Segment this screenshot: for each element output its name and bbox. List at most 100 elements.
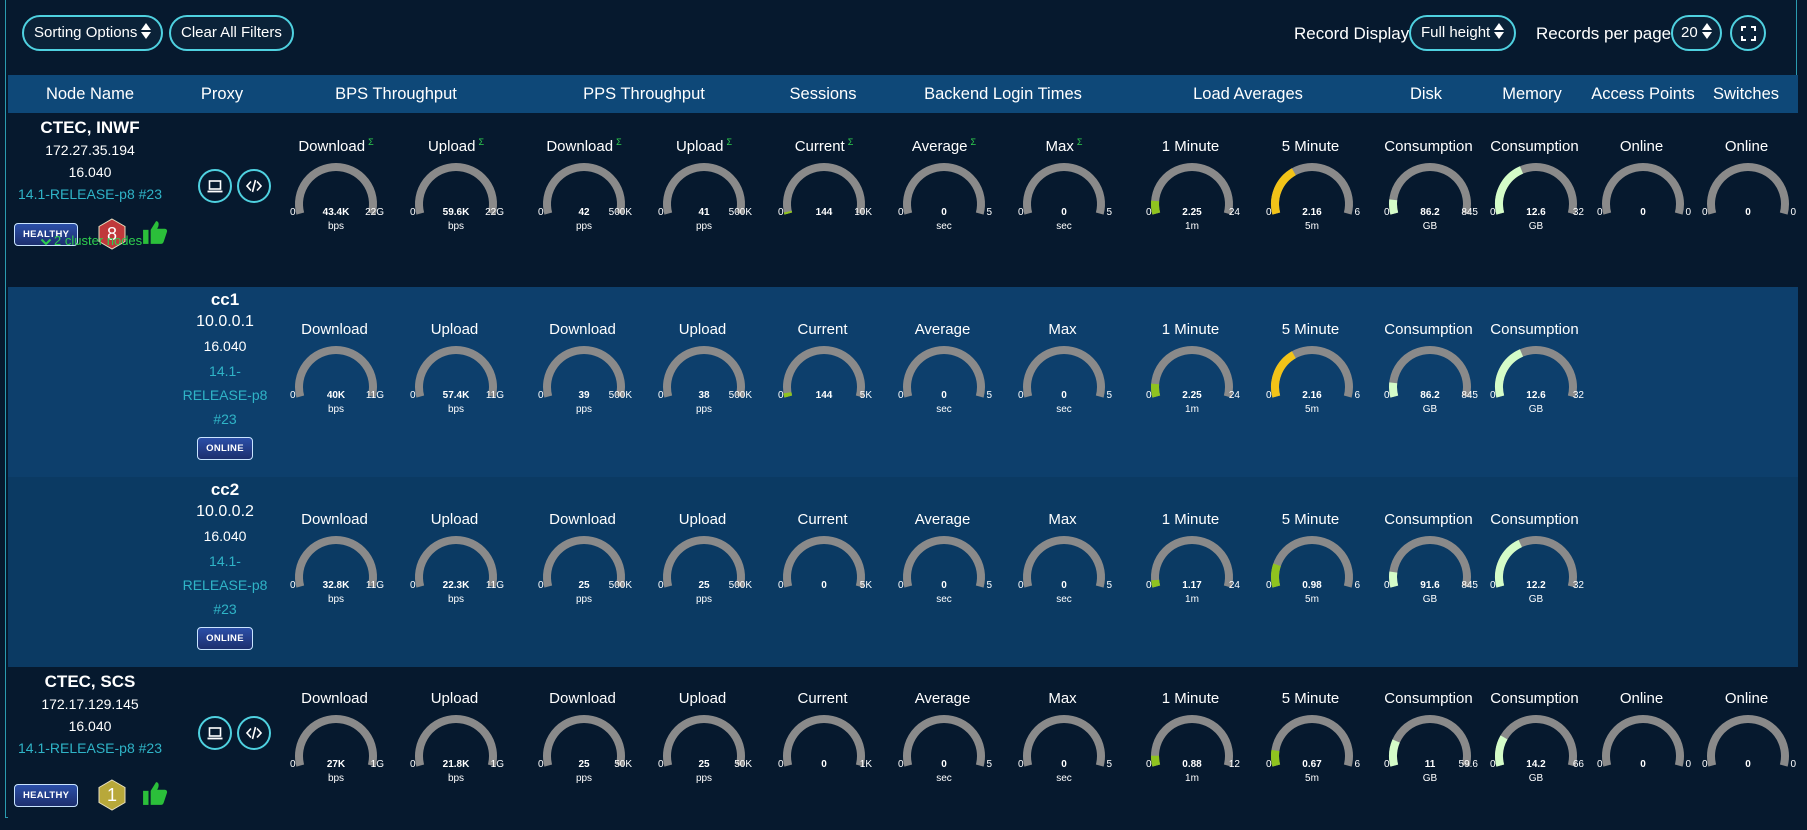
node-version: 16.040	[68, 164, 112, 180]
sum-icon[interactable]: Σ	[368, 137, 374, 147]
gauge-consumption: Consumption 0 14.2 66 GB	[1486, 689, 1586, 799]
record-display-updown-icon	[1494, 21, 1505, 41]
gauge-consumption: Consumption 0 86.2 845 GB	[1380, 320, 1480, 430]
records-per-page-select[interactable]: 20	[1671, 15, 1722, 51]
node-name[interactable]: cc2	[178, 479, 272, 501]
gauge-unit: sec	[1056, 773, 1072, 784]
gauge-5-minute: 5 Minute 0 0.98 6 5m	[1262, 510, 1362, 620]
gauge-upload: Upload 0 57.4K 11G bps	[406, 320, 506, 430]
gauge-unit: bps	[447, 221, 465, 232]
gauge-1-minute: 1 Minute 0 2.25 24 1m	[1142, 137, 1242, 247]
sum-icon[interactable]: Σ	[848, 137, 854, 147]
gauge-value: 0.98	[1302, 580, 1322, 591]
gauge-max: 32	[1572, 580, 1584, 591]
proxy-web-button[interactable]	[198, 716, 232, 750]
gauge-max: 845	[1461, 207, 1478, 218]
node-ip: 10.0.0.2	[196, 503, 254, 520]
header-switches[interactable]: Switches	[1636, 75, 1807, 113]
gauge-online: Online 0 0 0	[1593, 137, 1693, 247]
gauge-value: 2.16	[1302, 207, 1322, 218]
thumbs-up-icon[interactable]	[142, 780, 168, 811]
cluster-nodes-toggle[interactable]: 2 cluster nodes	[40, 233, 142, 248]
gauge-unit: 1m	[1185, 404, 1199, 415]
proxy-ssh-button[interactable]	[237, 716, 271, 750]
proxy-web-button[interactable]	[198, 169, 232, 203]
gauge-title: Upload Σ	[427, 137, 485, 155]
gauge-title: Average	[914, 511, 971, 528]
sum-icon[interactable]: Σ	[478, 137, 484, 147]
gauge-max: Max 0 0 5 sec	[1014, 320, 1114, 430]
gauge-value: 0	[1061, 390, 1067, 401]
gauge-unit: pps	[695, 594, 713, 605]
gauge-title: Consumption	[1490, 321, 1579, 338]
fullscreen-button[interactable]	[1730, 15, 1766, 51]
gauge-max: 6	[1354, 207, 1360, 218]
gauge-value: 2.25	[1182, 390, 1202, 401]
thumbs-up-icon[interactable]	[142, 219, 168, 250]
node-name[interactable]: cc1	[178, 289, 272, 311]
gauge-max: 50K	[614, 759, 632, 770]
gauge-average: Average 0 0 5 sec	[894, 510, 994, 620]
gauge-title: Online	[1619, 690, 1664, 707]
gauge-online: Online 0 0 0	[1698, 689, 1798, 799]
gauge-unit: 5m	[1305, 773, 1319, 784]
gauge-unit: GB	[1422, 773, 1438, 784]
gauge-max: 0	[1790, 207, 1796, 218]
gauge-current: Current Σ 0 144 10K	[774, 137, 874, 247]
gauge-consumption: Consumption 0 12.6 32 GB	[1486, 137, 1586, 247]
header-backend-login-times[interactable]: Backend Login Times	[893, 75, 1113, 113]
sum-icon[interactable]: Σ	[971, 137, 977, 147]
record-display-select[interactable]: Full height	[1409, 15, 1517, 51]
gauge-title: Download Σ	[298, 137, 374, 155]
gauge-unit: GB	[1422, 221, 1438, 232]
records-per-page-value: 20	[1681, 24, 1698, 41]
gauge-title: Consumption	[1490, 690, 1579, 707]
gauge-max: 1G	[490, 759, 504, 770]
sorting-options-button[interactable]: Sorting Options	[22, 15, 164, 51]
header-bps-throughput[interactable]: BPS Throughput	[286, 75, 506, 113]
gauge-1-minute: 1 Minute 0 0.88 12 1m	[1142, 689, 1242, 799]
node-name[interactable]: CTEC, SCS	[10, 671, 170, 693]
gauge-title: Upload	[678, 321, 727, 338]
proxy-ssh-button[interactable]	[237, 169, 271, 203]
gauge-max: 5	[1106, 207, 1112, 218]
gauge-unit: 1m	[1185, 773, 1199, 784]
gauge-download: Download 0 32.8K 11G bps	[286, 510, 386, 620]
gauge-download: Download Σ 0 43.4K 22G bps	[286, 137, 386, 247]
gauge-unit: pps	[575, 594, 593, 605]
gauge-5-minute: 5 Minute 0 0.67 6 5m	[1262, 689, 1362, 799]
gauge-title: 1 Minute	[1161, 138, 1220, 155]
gauge-unit: sec	[936, 221, 952, 232]
gauge-5-minute: 5 Minute 0 2.16 6 5m	[1262, 320, 1362, 430]
sum-icon[interactable]: Σ	[1077, 137, 1083, 147]
gauge-max: 845	[1461, 390, 1478, 401]
gauge-current: Current 0 0 1K	[774, 689, 874, 799]
node-release[interactable]: 14.1-RELEASE-p8 #23	[10, 185, 170, 203]
node-release[interactable]: 14.1-RELEASE-p8 #23	[10, 739, 170, 757]
sum-icon[interactable]: Σ	[616, 137, 622, 147]
gauge-unit: sec	[1056, 404, 1072, 415]
gauge-unit: GB	[1528, 594, 1544, 605]
node-release[interactable]: 14.1-RELEASE-p8 #23	[178, 549, 272, 621]
node-name[interactable]: CTEC, INWF	[10, 117, 170, 139]
alert-count-badge[interactable]: 1	[97, 779, 127, 811]
node-ip: 10.0.0.1	[196, 313, 254, 330]
gauge-consumption: Consumption 0 91.6 845 GB	[1380, 510, 1480, 620]
gauge-title: Consumption	[1490, 138, 1579, 155]
gauge-title: 5 Minute	[1281, 138, 1340, 155]
gauge-title: Consumption	[1384, 138, 1473, 155]
sum-icon[interactable]: Σ	[726, 137, 732, 147]
code-icon	[246, 179, 262, 193]
node-release[interactable]: 14.1-RELEASE-p8 #23	[178, 359, 272, 431]
gauge-max: 12	[1228, 759, 1240, 770]
gauge-title: Upload	[430, 690, 479, 707]
clear-filters-button[interactable]: Clear All Filters	[169, 15, 294, 51]
gauge-average: Average 0 0 5 sec	[894, 689, 994, 799]
gauge-title: Upload	[678, 690, 727, 707]
gauge-title: Download	[549, 690, 616, 707]
node-row: CTEC, SCS 172.17.129.145 16.040 14.1-REL…	[8, 667, 1798, 818]
gauge-consumption: Consumption 0 11 59.6 GB	[1380, 689, 1480, 799]
gauge-max: 59.6	[1458, 759, 1478, 770]
gauge-max: 5	[986, 580, 992, 591]
gauge-unit: bps	[327, 773, 345, 784]
